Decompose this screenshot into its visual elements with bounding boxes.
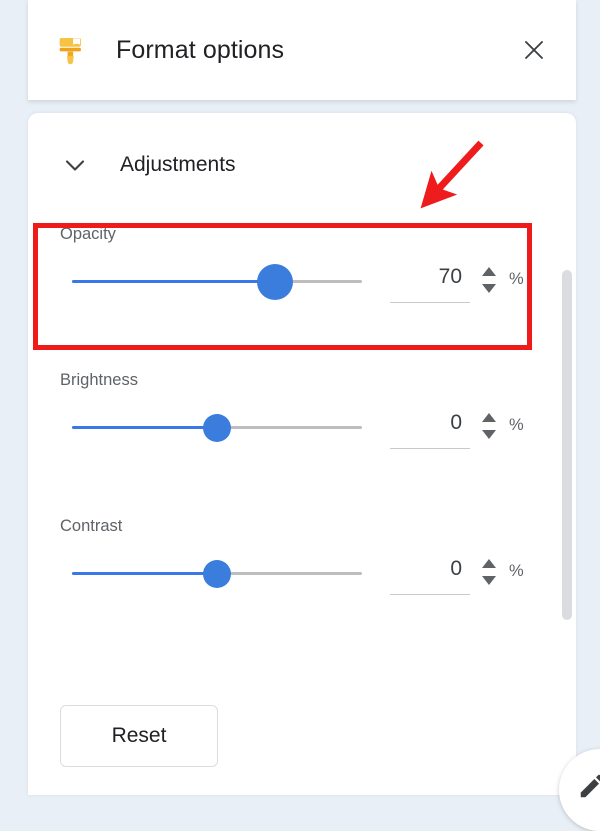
opacity-slider-fill xyxy=(72,280,275,283)
opacity-stepper[interactable] xyxy=(480,265,498,295)
brightness-slider-fill xyxy=(72,426,217,429)
opacity-slider-thumb[interactable] xyxy=(257,264,293,300)
contrast-stepper[interactable] xyxy=(480,557,498,587)
contrast-slider[interactable] xyxy=(72,560,362,588)
scrollbar-thumb[interactable] xyxy=(562,270,572,620)
contrast-value: 0 xyxy=(450,557,462,580)
format-options-panel: Format options Adjustments Opacity 70 % … xyxy=(28,0,576,795)
contrast-unit: % xyxy=(509,562,524,580)
brightness-slider-thumb[interactable] xyxy=(203,414,231,442)
reset-button[interactable]: Reset xyxy=(60,705,218,767)
brightness-input-field[interactable]: 0 xyxy=(390,405,470,449)
vertical-scrollbar[interactable] xyxy=(558,113,576,795)
close-icon[interactable] xyxy=(514,30,554,70)
panel-header: Format options xyxy=(28,0,576,100)
panel-body: Adjustments Opacity 70 % Brightness 0 % … xyxy=(28,113,576,795)
contrast-row: Contrast 0 % xyxy=(28,517,576,617)
opacity-slider[interactable] xyxy=(72,264,362,300)
brightness-slider[interactable] xyxy=(72,414,362,442)
brightness-unit: % xyxy=(509,416,524,434)
contrast-label: Contrast xyxy=(60,517,123,535)
brightness-label: Brightness xyxy=(60,371,138,389)
page-title: Format options xyxy=(116,35,285,64)
adjustments-section-title: Adjustments xyxy=(120,153,236,176)
brightness-value: 0 xyxy=(450,411,462,434)
opacity-row: Opacity 70 % xyxy=(28,225,576,325)
contrast-slider-fill xyxy=(72,572,217,575)
brightness-stepper[interactable] xyxy=(480,411,498,441)
brightness-row: Brightness 0 % xyxy=(28,371,576,471)
opacity-label: Opacity xyxy=(60,225,116,243)
contrast-input-field[interactable]: 0 xyxy=(390,551,470,595)
opacity-input-field[interactable]: 70 xyxy=(390,259,470,303)
contrast-slider-thumb[interactable] xyxy=(203,560,231,588)
pencil-edit-icon xyxy=(577,771,600,806)
opacity-value: 70 xyxy=(438,265,462,288)
opacity-unit: % xyxy=(509,270,524,288)
adjustments-section-header[interactable]: Adjustments xyxy=(28,139,576,191)
paint-format-brush-icon xyxy=(54,33,88,67)
chevron-down-icon[interactable] xyxy=(62,152,88,178)
